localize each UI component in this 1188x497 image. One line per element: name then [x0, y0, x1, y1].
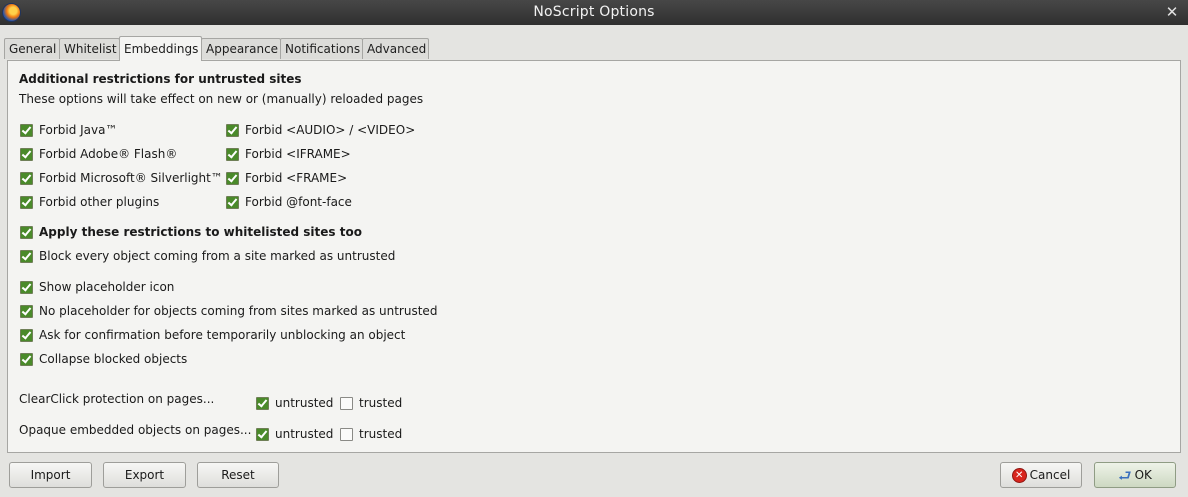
opaque-trusted-option[interactable]: trusted	[340, 426, 402, 442]
forbid-java-option[interactable]: Forbid Java™	[20, 122, 117, 138]
section-heading: Additional restrictions for untrusted si…	[19, 72, 302, 86]
ok-button-label: OK	[1134, 468, 1152, 482]
clearclick-trusted-option[interactable]: trusted	[340, 395, 402, 411]
forbid-frame-checkbox[interactable]	[226, 171, 239, 185]
apply-whitelisted-checkbox[interactable]	[20, 225, 33, 239]
forbid-other-plugins-option[interactable]: Forbid other plugins	[20, 194, 159, 210]
section-subtext: These options will take effect on new or…	[19, 92, 424, 106]
opaque-trusted-checkbox[interactable]	[340, 427, 353, 441]
forbid-silverlight-option[interactable]: Forbid Microsoft® Silverlight™	[20, 170, 223, 186]
clearclick-label: ClearClick protection on pages...	[19, 392, 215, 406]
ok-arrow-icon: ⮐	[1118, 466, 1132, 485]
embeddings-panel: Additional restrictions for untrusted si…	[7, 60, 1181, 453]
forbid-audio-video-option[interactable]: Forbid <AUDIO> / <VIDEO>	[226, 122, 415, 138]
export-button[interactable]: Export	[103, 462, 186, 488]
window-title: NoScript Options	[533, 4, 655, 20]
clearclick-untrusted-option[interactable]: untrusted	[256, 395, 333, 411]
apply-whitelisted-option[interactable]: Apply these restrictions to whitelisted …	[20, 224, 362, 240]
collapse-blocked-option[interactable]: Collapse blocked objects	[20, 351, 187, 367]
ok-button[interactable]: ⮐ OK	[1094, 462, 1176, 488]
show-placeholder-option[interactable]: Show placeholder icon	[20, 279, 174, 295]
no-placeholder-untrusted-option[interactable]: No placeholder for objects coming from s…	[20, 303, 437, 319]
cancel-icon: ✕	[1011, 468, 1027, 483]
import-button[interactable]: Import	[9, 462, 92, 488]
cancel-button-label: Cancel	[1029, 468, 1071, 482]
clearclick-trusted-checkbox[interactable]	[340, 396, 353, 410]
ask-confirmation-checkbox[interactable]	[20, 328, 33, 342]
forbid-iframe-checkbox[interactable]	[226, 147, 239, 161]
block-untrusted-option[interactable]: Block every object coming from a site ma…	[20, 248, 395, 264]
tab-whitelist[interactable]: Whitelist	[59, 38, 120, 59]
forbid-frame-option[interactable]: Forbid <FRAME>	[226, 170, 347, 186]
forbid-iframe-option[interactable]: Forbid <IFRAME>	[226, 146, 351, 162]
title-bar: NoScript Options ✕	[0, 0, 1188, 25]
tab-embeddings[interactable]: Embeddings	[119, 36, 202, 61]
forbid-flash-checkbox[interactable]	[20, 147, 33, 161]
forbid-other-plugins-checkbox[interactable]	[20, 195, 33, 209]
close-icon[interactable]: ✕	[1164, 3, 1180, 21]
tab-advanced[interactable]: Advanced	[362, 38, 429, 59]
ask-confirmation-option[interactable]: Ask for confirmation before temporarily …	[20, 327, 405, 343]
cancel-button[interactable]: ✕ Cancel	[1000, 462, 1082, 488]
opaque-untrusted-checkbox[interactable]	[256, 427, 269, 441]
forbid-font-face-option[interactable]: Forbid @font-face	[226, 194, 352, 210]
no-placeholder-untrusted-checkbox[interactable]	[20, 304, 33, 318]
collapse-blocked-checkbox[interactable]	[20, 352, 33, 366]
clearclick-untrusted-checkbox[interactable]	[256, 396, 269, 410]
opaque-label: Opaque embedded objects on pages...	[19, 423, 252, 437]
forbid-audio-video-checkbox[interactable]	[226, 123, 239, 137]
opaque-untrusted-option[interactable]: untrusted	[256, 426, 333, 442]
show-placeholder-checkbox[interactable]	[20, 280, 33, 294]
tab-appearance[interactable]: Appearance	[201, 38, 281, 59]
reset-button[interactable]: Reset	[197, 462, 279, 488]
forbid-flash-option[interactable]: Forbid Adobe® Flash®	[20, 146, 177, 162]
tab-general[interactable]: General	[4, 38, 60, 59]
tab-notifications[interactable]: Notifications	[280, 38, 363, 59]
block-untrusted-checkbox[interactable]	[20, 249, 33, 263]
forbid-java-checkbox[interactable]	[20, 123, 33, 137]
forbid-silverlight-checkbox[interactable]	[20, 171, 33, 185]
forbid-font-face-checkbox[interactable]	[226, 195, 239, 209]
